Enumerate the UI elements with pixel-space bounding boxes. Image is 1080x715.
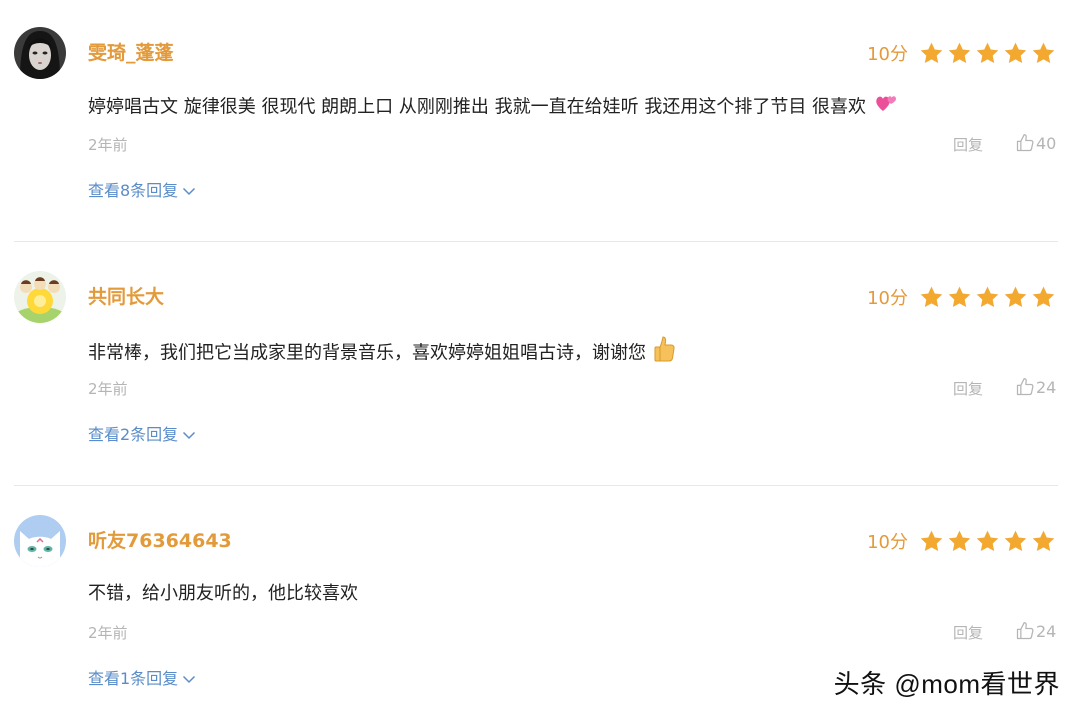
star-icon bbox=[920, 286, 943, 307]
view-replies-link[interactable]: 查看1条回复 bbox=[88, 668, 196, 690]
star-icon bbox=[1032, 286, 1055, 307]
star-icon bbox=[920, 530, 943, 551]
star-icon bbox=[976, 286, 999, 307]
comment-time: 2年前 bbox=[88, 624, 128, 642]
username[interactable]: 共同长大 bbox=[88, 284, 164, 310]
reply-button[interactable]: 回复 bbox=[953, 135, 983, 155]
star-icon bbox=[948, 530, 971, 551]
star-icon bbox=[976, 42, 999, 63]
watermark: 头条 @mom看世界 bbox=[833, 669, 1060, 699]
view-replies-label: 查看8条回复 bbox=[88, 181, 179, 200]
view-replies-link[interactable]: 查看8条回复 bbox=[88, 180, 196, 202]
star-rating bbox=[916, 41, 1056, 66]
comment-body: 婷婷唱古文 旋律很美 很现代 朗朗上口 从刚刚推出 我就一直在给娃听 我还用这个… bbox=[88, 96, 867, 118]
chevron-down-icon bbox=[183, 675, 196, 684]
star-icon bbox=[1004, 42, 1027, 63]
star-icon bbox=[948, 42, 971, 63]
comment-time: 2年前 bbox=[88, 380, 128, 398]
rating: 10分 bbox=[867, 282, 1056, 312]
comment-item: 共同长大 10分 非常棒，我们把它当成家里的背景音乐，喜欢婷婷姐姐唱古诗，谢谢您… bbox=[0, 244, 1080, 488]
reply-button[interactable]: 回复 bbox=[953, 623, 983, 643]
thumbs-up-outline-icon bbox=[1016, 134, 1034, 152]
star-icon bbox=[920, 42, 943, 63]
view-replies-label: 查看1条回复 bbox=[88, 669, 179, 688]
like-count: 24 bbox=[1036, 621, 1057, 641]
divider bbox=[14, 485, 1058, 486]
score-label: 10分 bbox=[867, 44, 908, 65]
user-avatar[interactable] bbox=[14, 27, 66, 79]
like-button[interactable]: 40 bbox=[1015, 133, 1056, 153]
like-button[interactable]: 24 bbox=[1015, 621, 1056, 641]
star-icon bbox=[1032, 42, 1055, 63]
comment-text: 婷婷唱古文 旋律很美 很现代 朗朗上口 从刚刚推出 我就一直在给娃听 我还用这个… bbox=[88, 92, 898, 123]
star-rating bbox=[916, 285, 1056, 310]
rating: 10分 bbox=[867, 38, 1056, 68]
user-avatar[interactable] bbox=[14, 515, 66, 567]
username[interactable]: 雯琦_蓬蓬 bbox=[88, 40, 174, 66]
comment-body: 不错，给小朋友听的，他比较喜欢 bbox=[88, 583, 358, 604]
star-icon bbox=[1004, 286, 1027, 307]
username[interactable]: 听友76364643 bbox=[88, 528, 232, 554]
rating: 10分 bbox=[867, 526, 1056, 556]
reply-button[interactable]: 回复 bbox=[953, 379, 983, 399]
like-count: 24 bbox=[1036, 377, 1057, 397]
star-icon bbox=[1032, 530, 1055, 551]
star-rating bbox=[916, 529, 1056, 554]
like-count: 40 bbox=[1036, 133, 1057, 153]
like-button[interactable]: 24 bbox=[1015, 377, 1056, 397]
divider bbox=[14, 241, 1058, 242]
star-icon bbox=[1004, 530, 1027, 551]
star-icon bbox=[976, 530, 999, 551]
chevron-down-icon bbox=[183, 431, 196, 440]
star-icon bbox=[948, 286, 971, 307]
view-replies-label: 查看2条回复 bbox=[88, 425, 179, 444]
score-label: 10分 bbox=[867, 532, 908, 553]
comment-body: 非常棒，我们把它当成家里的背景音乐，喜欢婷婷姐姐唱古诗，谢谢您 bbox=[88, 342, 646, 364]
comment-time: 2年前 bbox=[88, 136, 128, 154]
view-replies-link[interactable]: 查看2条回复 bbox=[88, 424, 196, 446]
comment-text: 非常棒，我们把它当成家里的背景音乐，喜欢婷婷姐姐唱古诗，谢谢您 bbox=[88, 336, 676, 371]
comment-text: 不错，给小朋友听的，他比较喜欢 bbox=[88, 580, 358, 608]
thumbs-up-outline-icon bbox=[1016, 378, 1034, 396]
thumbs-up-icon bbox=[654, 336, 676, 371]
two-hearts-icon bbox=[874, 92, 898, 123]
comment-item: 雯琦_蓬蓬 10分 婷婷唱古文 旋律很美 很现代 朗朗上口 从刚刚推出 我就一直… bbox=[0, 0, 1080, 244]
score-label: 10分 bbox=[867, 288, 908, 309]
thumbs-up-outline-icon bbox=[1016, 622, 1034, 640]
user-avatar[interactable] bbox=[14, 271, 66, 323]
chevron-down-icon bbox=[183, 187, 196, 196]
